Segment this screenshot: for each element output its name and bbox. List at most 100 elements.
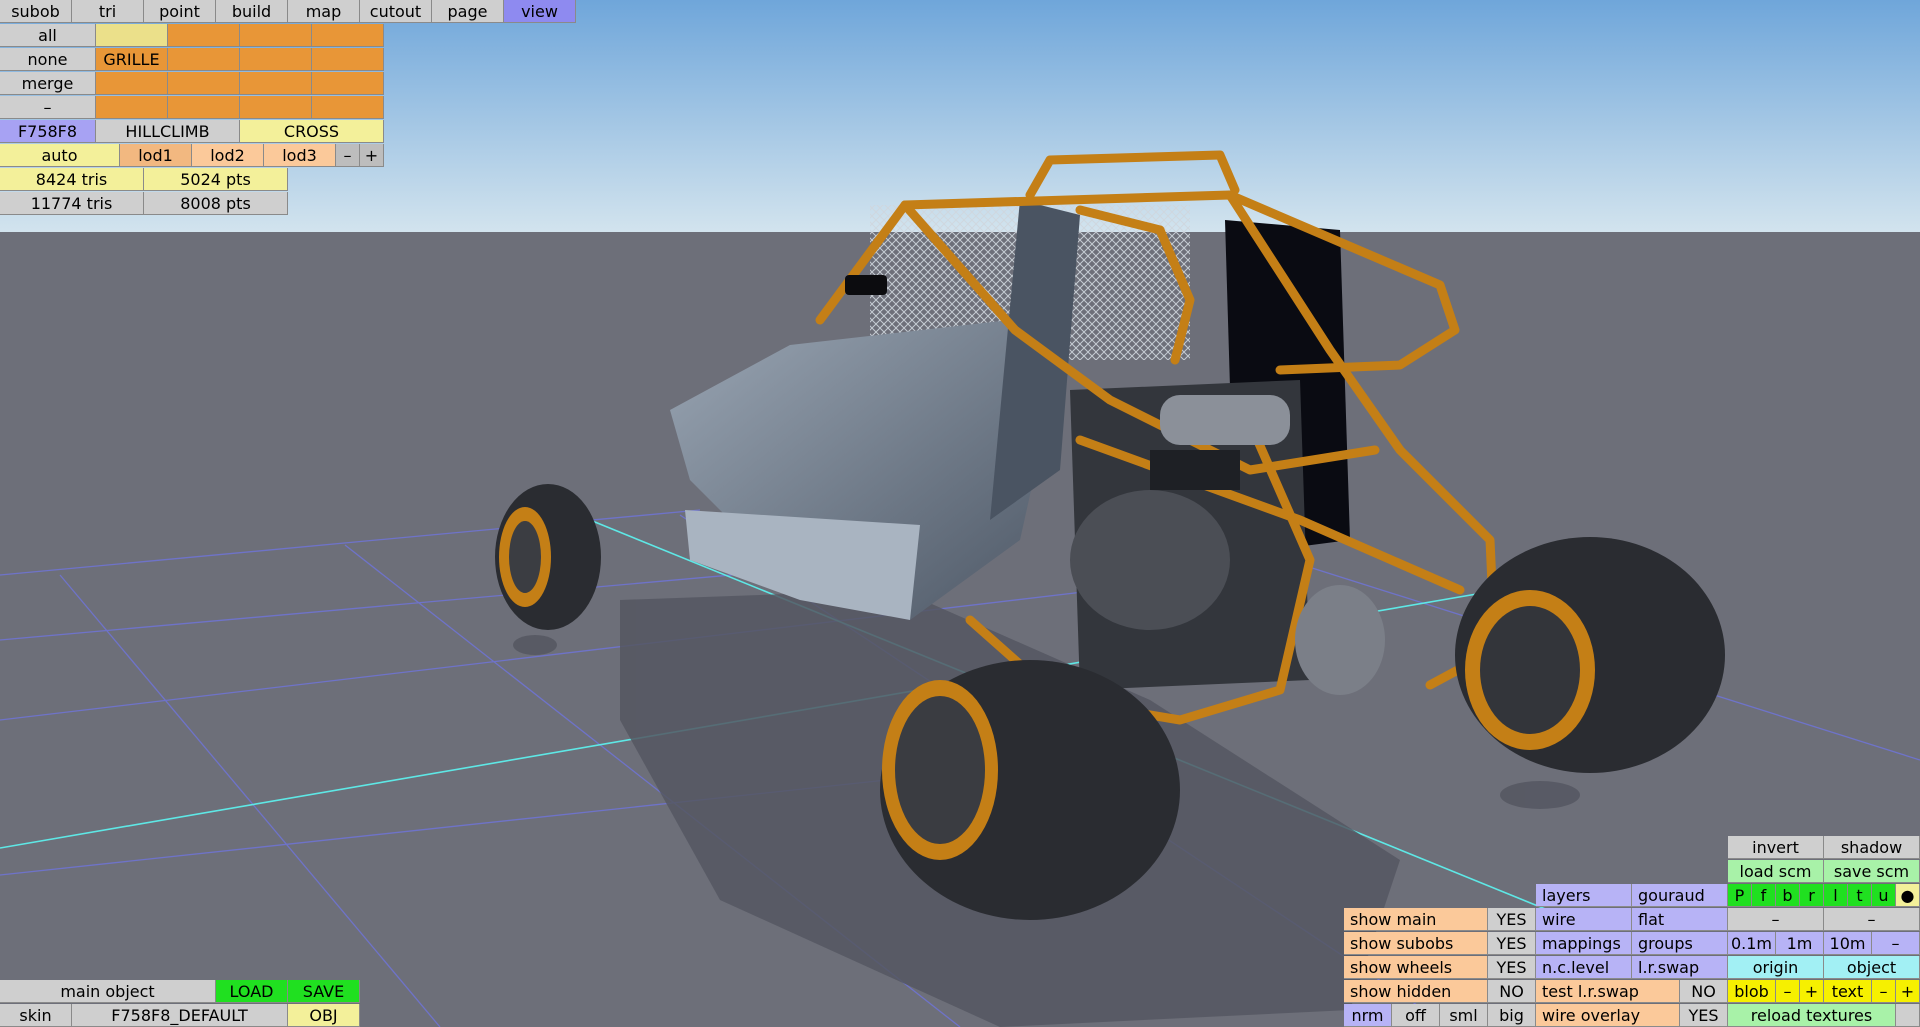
nrm-button[interactable]: nrm bbox=[1344, 1004, 1392, 1027]
front-right-wheel bbox=[880, 660, 1180, 920]
show-subobs-value[interactable]: YES bbox=[1488, 932, 1536, 955]
menu-view[interactable]: view bbox=[504, 0, 576, 23]
menu-map[interactable]: map bbox=[288, 0, 360, 23]
blob-plus-button[interactable]: + bbox=[1800, 980, 1824, 1003]
test-lr-swap-value[interactable]: NO bbox=[1680, 980, 1728, 1003]
subob-cell[interactable] bbox=[168, 72, 240, 95]
layer-r-toggle[interactable]: r bbox=[1800, 884, 1824, 907]
grid-1m-button[interactable]: 1m bbox=[1776, 932, 1824, 955]
save-button[interactable]: SAVE bbox=[288, 980, 360, 1003]
load-scm-button[interactable]: load scm bbox=[1728, 860, 1824, 883]
shadow-button[interactable]: shadow bbox=[1824, 836, 1920, 859]
dash-button[interactable]: – bbox=[1824, 908, 1920, 931]
subob-cell[interactable] bbox=[312, 72, 384, 95]
show-hidden-value[interactable]: NO bbox=[1488, 980, 1536, 1003]
nc-level-button[interactable]: n.c.level bbox=[1536, 956, 1632, 979]
subob-cell[interactable] bbox=[168, 48, 240, 71]
show-main-value[interactable]: YES bbox=[1488, 908, 1536, 931]
text-plus-button[interactable]: + bbox=[1896, 980, 1920, 1003]
skin-name-field[interactable]: F758F8_DEFAULT bbox=[72, 1004, 288, 1027]
mappings-button[interactable]: mappings bbox=[1536, 932, 1632, 955]
gouraud-button[interactable]: gouraud bbox=[1632, 884, 1728, 907]
save-scm-button[interactable]: save scm bbox=[1824, 860, 1920, 883]
lod-auto-button[interactable]: auto bbox=[0, 144, 120, 167]
wire-overlay-toggle[interactable]: wire overlay bbox=[1536, 1004, 1680, 1027]
pts-count: 5024 pts bbox=[144, 168, 288, 191]
grid-10m-button[interactable]: 10m bbox=[1824, 932, 1872, 955]
subob-cell[interactable] bbox=[240, 48, 312, 71]
subob-cell[interactable] bbox=[96, 72, 168, 95]
flat-button[interactable]: flat bbox=[1632, 908, 1728, 931]
reload-textures-button[interactable]: reload textures bbox=[1728, 1004, 1896, 1027]
lr-swap-button[interactable]: l.r.swap bbox=[1632, 956, 1728, 979]
skin-label: skin bbox=[0, 1004, 72, 1027]
lod1-button[interactable]: lod1 bbox=[120, 144, 192, 167]
menu-cutout[interactable]: cutout bbox=[360, 0, 432, 23]
layer-p-toggle[interactable]: P bbox=[1728, 884, 1752, 907]
big-button[interactable]: big bbox=[1488, 1004, 1536, 1027]
test-lr-swap-toggle[interactable]: test l.r.swap bbox=[1536, 980, 1680, 1003]
menu-tri[interactable]: tri bbox=[72, 0, 144, 23]
layer-dot-toggle[interactable]: ● bbox=[1896, 884, 1920, 907]
tris-count-total: 11774 tris bbox=[0, 192, 144, 215]
subob-none-button[interactable]: none bbox=[0, 48, 96, 71]
lod2-button[interactable]: lod2 bbox=[192, 144, 264, 167]
subob-cell[interactable] bbox=[168, 24, 240, 47]
layer-l-toggle[interactable]: l bbox=[1824, 884, 1848, 907]
show-main-toggle[interactable]: show main bbox=[1344, 908, 1488, 931]
invert-button[interactable]: invert bbox=[1728, 836, 1824, 859]
origin-button[interactable]: origin bbox=[1728, 956, 1824, 979]
show-wheels-toggle[interactable]: show wheels bbox=[1344, 956, 1488, 979]
subob-cell[interactable] bbox=[96, 24, 168, 47]
layers-button[interactable]: layers bbox=[1536, 884, 1632, 907]
obj-button[interactable]: OBJ bbox=[288, 1004, 360, 1027]
subob-cell[interactable] bbox=[312, 96, 384, 119]
wire-overlay-value[interactable]: YES bbox=[1680, 1004, 1728, 1027]
lod3-button[interactable]: lod3 bbox=[264, 144, 336, 167]
lod-plus-button[interactable]: + bbox=[360, 144, 384, 167]
subob-all-button[interactable]: all bbox=[0, 24, 96, 47]
rear-right-wheel bbox=[1455, 537, 1725, 773]
lod-minus-button[interactable]: – bbox=[336, 144, 360, 167]
menu-page[interactable]: page bbox=[432, 0, 504, 23]
reload-extra-button[interactable] bbox=[1896, 1004, 1920, 1027]
subob-dash-button[interactable]: – bbox=[0, 96, 96, 119]
object-button[interactable]: object bbox=[1824, 956, 1920, 979]
sml-button[interactable]: sml bbox=[1440, 1004, 1488, 1027]
blob-minus-button[interactable]: – bbox=[1776, 980, 1800, 1003]
load-button[interactable]: LOAD bbox=[216, 980, 288, 1003]
text-minus-button[interactable]: – bbox=[1872, 980, 1896, 1003]
menu-subob[interactable]: subob bbox=[0, 0, 72, 23]
subob-cell[interactable] bbox=[240, 72, 312, 95]
menu-build[interactable]: build bbox=[216, 0, 288, 23]
layer-u-toggle[interactable]: u bbox=[1872, 884, 1896, 907]
show-subobs-toggle[interactable]: show subobs bbox=[1344, 932, 1488, 955]
subob-cell[interactable] bbox=[96, 96, 168, 119]
subob-cell[interactable] bbox=[168, 96, 240, 119]
layer-t-toggle[interactable]: t bbox=[1848, 884, 1872, 907]
tris-count: 8424 tris bbox=[0, 168, 144, 191]
blob-button[interactable]: blob bbox=[1728, 980, 1776, 1003]
dash-button[interactable]: – bbox=[1728, 908, 1824, 931]
subob-cell[interactable] bbox=[312, 24, 384, 47]
subob-cell[interactable] bbox=[312, 48, 384, 71]
variant-hillclimb[interactable]: HILLCLIMB bbox=[96, 120, 240, 143]
wire-button[interactable]: wire bbox=[1536, 908, 1632, 931]
mirror bbox=[845, 275, 887, 295]
subob-cell-grille[interactable]: GRILLE bbox=[96, 48, 168, 71]
off-button[interactable]: off bbox=[1392, 1004, 1440, 1027]
variant-f758f8[interactable]: F758F8 bbox=[0, 120, 96, 143]
layer-f-toggle[interactable]: f bbox=[1752, 884, 1776, 907]
show-hidden-toggle[interactable]: show hidden bbox=[1344, 980, 1488, 1003]
subob-cell[interactable] bbox=[240, 24, 312, 47]
layer-b-toggle[interactable]: b bbox=[1776, 884, 1800, 907]
variant-cross[interactable]: CROSS bbox=[240, 120, 384, 143]
grid-0-1m-button[interactable]: 0.1m bbox=[1728, 932, 1776, 955]
show-wheels-value[interactable]: YES bbox=[1488, 956, 1536, 979]
text-button[interactable]: text bbox=[1824, 980, 1872, 1003]
subob-merge-button[interactable]: merge bbox=[0, 72, 96, 95]
grid-minus-button[interactable]: – bbox=[1872, 932, 1920, 955]
groups-button[interactable]: groups bbox=[1632, 932, 1728, 955]
menu-point[interactable]: point bbox=[144, 0, 216, 23]
subob-cell[interactable] bbox=[240, 96, 312, 119]
